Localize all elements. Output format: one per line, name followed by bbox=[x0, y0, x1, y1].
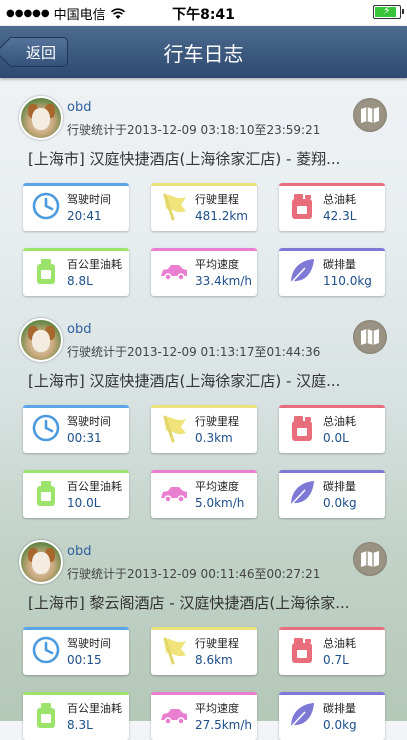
fuel-can-icon bbox=[292, 416, 312, 441]
avg-speed-label: 平均速度 bbox=[195, 258, 239, 271]
avg-speed-card: 平均速度 5.0km/h bbox=[151, 470, 257, 518]
drive-time-label: 驾驶时间 bbox=[67, 637, 111, 650]
leaf-icon bbox=[290, 259, 314, 284]
fuel-per-100km-label: 百公里油耗 bbox=[67, 258, 122, 271]
car-icon bbox=[161, 265, 187, 281]
drive-time-value: 00:15 bbox=[67, 653, 102, 667]
total-fuel-card: 总油耗 0.0L bbox=[279, 405, 385, 453]
fuel-per-100km-label: 百公里油耗 bbox=[67, 480, 122, 493]
car-icon bbox=[161, 487, 187, 503]
drive-time-card: 驾驶时间 00:15 bbox=[23, 627, 129, 675]
map-icon bbox=[361, 329, 379, 345]
distance-value: 8.6km bbox=[195, 653, 233, 667]
user-name: obd bbox=[67, 322, 92, 337]
clock-icon bbox=[32, 636, 60, 664]
trip-route: [上海市] 汉庭快捷酒店(上海徐家汇店) - 菱翔... bbox=[28, 150, 341, 168]
distance-card: 行驶里程 0.3km bbox=[151, 405, 257, 453]
carbon-value: 110.0kg bbox=[323, 274, 372, 288]
avg-speed-label: 平均速度 bbox=[195, 702, 239, 715]
leaf-icon bbox=[290, 703, 314, 728]
user-avatar bbox=[19, 96, 63, 140]
drive-time-label: 驾驶时间 bbox=[67, 193, 111, 206]
carbon-label: 碳排量 bbox=[323, 480, 356, 493]
trip-time-range: 行驶统计于2013-12-09 03:18:10至23:59:21 bbox=[67, 123, 321, 137]
trip-route: [上海市] 汉庭快捷酒店(上海徐家汇店) - 汉庭... bbox=[28, 372, 341, 390]
carbon-label: 碳排量 bbox=[323, 258, 356, 271]
clock: 下午8:41 bbox=[172, 7, 235, 23]
total-fuel-card: 总油耗 0.7L bbox=[279, 627, 385, 675]
fuel-bottle-icon bbox=[37, 703, 55, 728]
map-button[interactable] bbox=[353, 98, 387, 132]
distance-value: 481.2km bbox=[195, 209, 248, 223]
flag-icon bbox=[163, 415, 186, 443]
fuel-per-100km-label: 百公里油耗 bbox=[67, 702, 122, 715]
fuel-can-icon bbox=[292, 638, 312, 663]
map-icon bbox=[361, 551, 379, 567]
fuel-bottle-icon bbox=[37, 481, 55, 506]
avg-speed-value: 5.0km/h bbox=[195, 496, 245, 510]
user-name: obd bbox=[67, 544, 92, 559]
carbon-value: 0.0kg bbox=[323, 718, 357, 732]
total-fuel-value: 0.7L bbox=[323, 653, 349, 667]
user-avatar bbox=[19, 318, 63, 362]
car-icon bbox=[161, 709, 187, 725]
fuel-per-100km-value: 10.0L bbox=[67, 496, 101, 510]
leaf-icon bbox=[290, 481, 314, 506]
trip-time-range: 行驶统计于2013-12-09 01:13:17至01:44:36 bbox=[67, 345, 321, 359]
avg-speed-value: 33.4km/h bbox=[195, 274, 253, 288]
trip-time-range: 行驶统计于2013-12-09 00:11:46至00:27:21 bbox=[67, 567, 321, 581]
distance-card: 行驶里程 8.6km bbox=[151, 627, 257, 675]
drive-time-card: 驾驶时间 20:41 bbox=[23, 183, 129, 231]
page-title: 行车日志 bbox=[163, 42, 244, 66]
nav-bar: 返回 行车日志 bbox=[0, 26, 407, 78]
map-icon bbox=[361, 107, 379, 123]
user-name: obd bbox=[67, 100, 92, 115]
fuel-per-100km-value: 8.3L bbox=[67, 718, 93, 732]
distance-label: 行驶里程 bbox=[195, 637, 239, 650]
fuel-per-100km-card: 百公里油耗 8.8L bbox=[23, 248, 129, 296]
drive-time-label: 驾驶时间 bbox=[67, 415, 111, 428]
avg-speed-label: 平均速度 bbox=[195, 480, 239, 493]
carbon-label: 碳排量 bbox=[323, 702, 356, 715]
distance-label: 行驶里程 bbox=[195, 193, 239, 206]
distance-value: 0.3km bbox=[195, 431, 233, 445]
drive-time-value: 20:41 bbox=[67, 209, 102, 223]
battery-icon: ⚡ bbox=[373, 4, 404, 19]
fuel-per-100km-card: 百公里油耗 8.3L bbox=[23, 692, 129, 740]
carbon-card: 碳排量 0.0kg bbox=[279, 692, 385, 740]
carbon-card: 碳排量 110.0kg bbox=[279, 248, 385, 296]
total-fuel-card: 总油耗 42.3L bbox=[279, 183, 385, 231]
fuel-can-icon bbox=[292, 194, 312, 219]
total-fuel-label: 总油耗 bbox=[323, 415, 356, 428]
fuel-per-100km-value: 8.8L bbox=[67, 274, 93, 288]
fuel-per-100km-card: 百公里油耗 10.0L bbox=[23, 470, 129, 518]
carbon-value: 0.0kg bbox=[323, 496, 357, 510]
distance-card: 行驶里程 481.2km bbox=[151, 183, 257, 231]
drive-time-card: 驾驶时间 00:31 bbox=[23, 405, 129, 453]
total-fuel-label: 总油耗 bbox=[323, 193, 356, 206]
distance-label: 行驶里程 bbox=[195, 415, 239, 428]
total-fuel-value: 0.0L bbox=[323, 431, 349, 445]
avg-speed-card: 平均速度 33.4km/h bbox=[151, 248, 257, 296]
flag-icon bbox=[163, 637, 186, 665]
map-button[interactable] bbox=[353, 320, 387, 354]
total-fuel-label: 总油耗 bbox=[323, 637, 356, 650]
avg-speed-card: 平均速度 27.5km/h bbox=[151, 692, 257, 740]
trip-route: [上海市] 黎云阁酒店 - 汉庭快捷酒店(上海徐家... bbox=[28, 594, 350, 612]
battery-area: ⚡ bbox=[373, 4, 404, 19]
carbon-card: 碳排量 0.0kg bbox=[279, 470, 385, 518]
drive-time-value: 00:31 bbox=[67, 431, 102, 445]
avg-speed-value: 27.5km/h bbox=[195, 718, 253, 732]
map-button[interactable] bbox=[353, 542, 387, 576]
total-fuel-value: 42.3L bbox=[323, 209, 357, 223]
fuel-bottle-icon bbox=[37, 259, 55, 284]
clock-icon bbox=[32, 414, 60, 442]
user-avatar bbox=[19, 540, 63, 584]
flag-icon bbox=[163, 193, 186, 221]
clock-icon bbox=[32, 192, 60, 220]
status-bar: ●●●●● 中国电信 下午8:41 ⚡ bbox=[0, 0, 407, 26]
